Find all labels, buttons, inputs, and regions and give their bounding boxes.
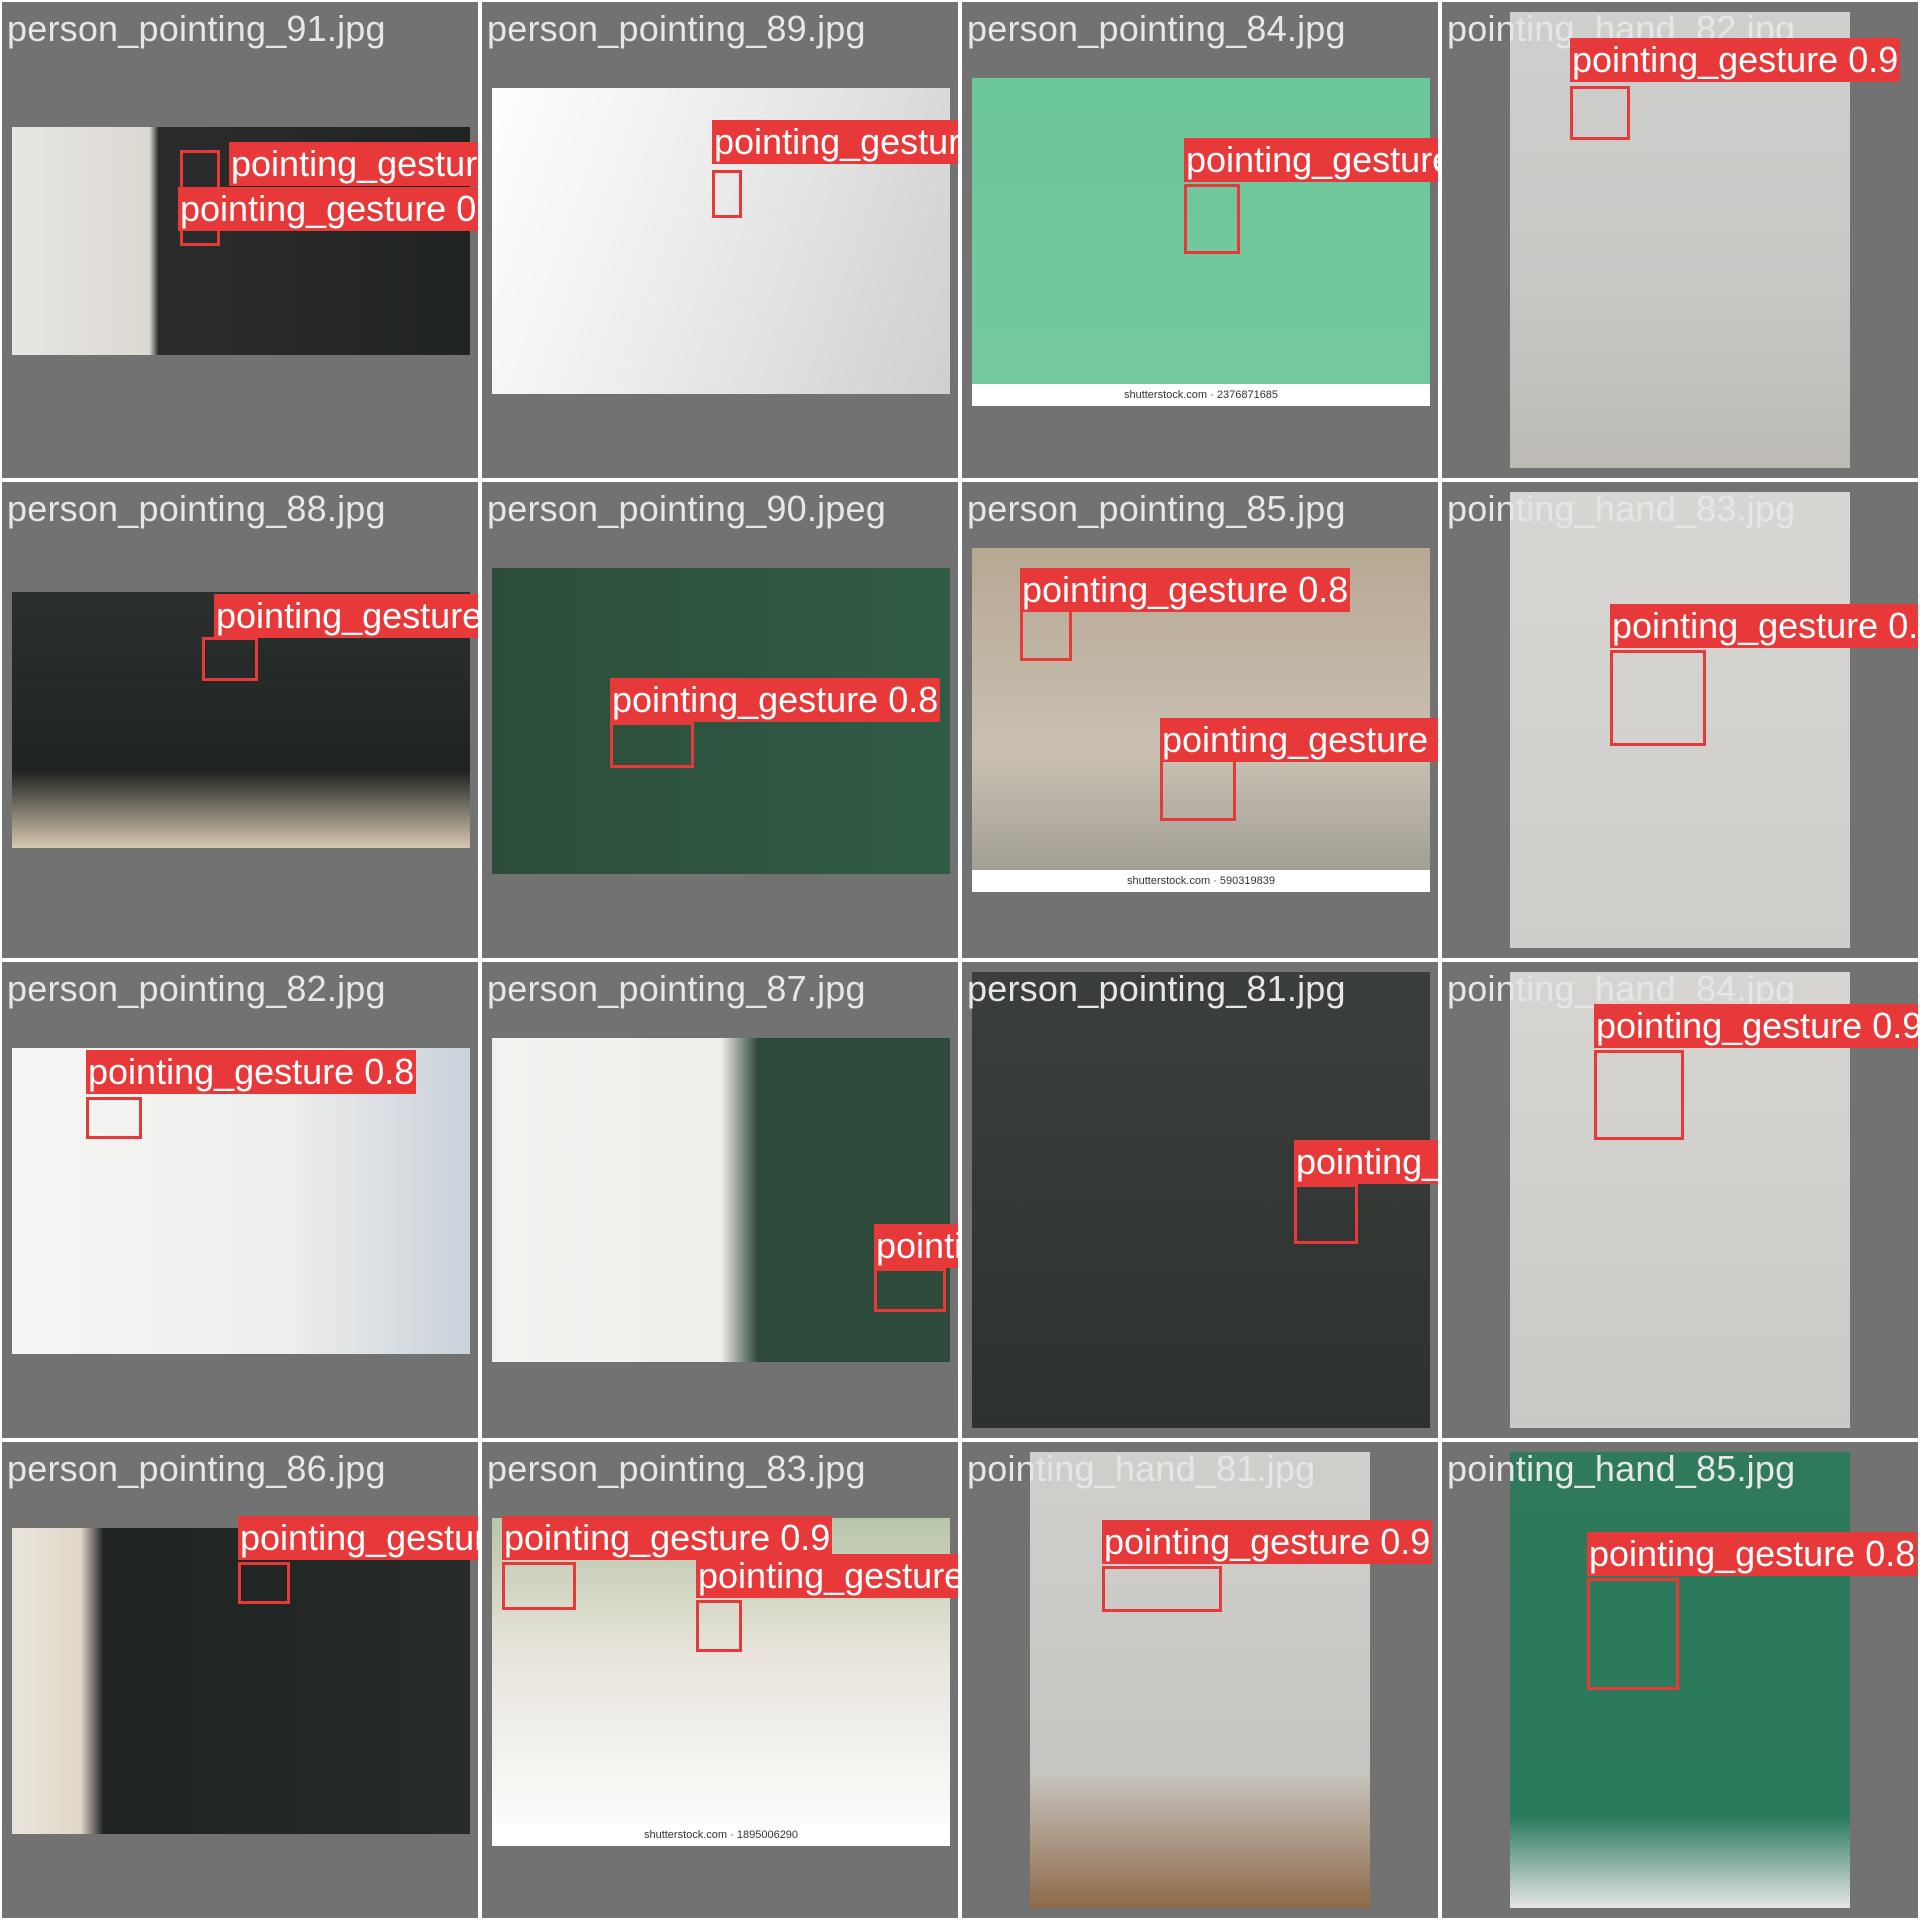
photo-watermark: shutterstock.com · 590319839	[972, 870, 1430, 892]
detection-box	[712, 170, 742, 218]
detection-box	[238, 1562, 290, 1604]
detection-box	[696, 1600, 742, 1652]
result-tile[interactable]: person_pointing_81.jpg pointing_gesture 0…	[962, 962, 1438, 1438]
tile-filename: person_pointing_87.jpg	[487, 968, 866, 1009]
detection-box	[1020, 607, 1072, 661]
result-tile[interactable]: pointing_hand_82.jpg pointing_gesture 0.9	[1442, 2, 1918, 478]
result-tile[interactable]: person_pointing_91.jpg pointing_gesture 0…	[2, 2, 478, 478]
result-tile[interactable]: pointing_hand_85.jpg pointing_gesture 0.8	[1442, 1442, 1918, 1918]
detection-label: pointing_gesture 0.6	[1294, 1140, 1438, 1184]
result-tile[interactable]: pointing_hand_81.jpg pointing_gesture 0.9	[962, 1442, 1438, 1918]
detection-label: pointing_gesture 0.9	[874, 1224, 958, 1268]
result-tile[interactable]: person_pointing_90.jpeg pointing_gesture …	[482, 482, 958, 958]
detection-label: pointing_gesture 0.5	[229, 142, 478, 186]
detection-box	[1594, 1050, 1684, 1140]
tile-filename: pointing_hand_81.jpg	[967, 1448, 1316, 1489]
tile-filename: person_pointing_90.jpeg	[487, 488, 886, 529]
result-tile[interactable]: pointing_hand_83.jpg pointing_gesture 0.9	[1442, 482, 1918, 958]
photo-watermark: shutterstock.com · 1895006290	[492, 1824, 950, 1846]
result-tile[interactable]: shutterstock.com · 590319839 person_point…	[962, 482, 1438, 958]
tile-filename: person_pointing_82.jpg	[7, 968, 386, 1009]
detection-label: pointing_gesture 0.8	[1020, 568, 1351, 612]
result-tile[interactable]: shutterstock.com · 1895006290 person_poin…	[482, 1442, 958, 1918]
detection-box	[1294, 1184, 1358, 1244]
result-tile[interactable]: pointing_hand_84.jpg pointing_gesture 0.9	[1442, 962, 1918, 1438]
result-tile[interactable]: person_pointing_89.jpg pointing_gesture 0…	[482, 2, 958, 478]
detection-label: pointing_gesture 0.9	[1610, 604, 1918, 648]
detection-box	[202, 637, 258, 681]
detection-label: pointing_gesture 0.9	[1594, 1004, 1918, 1048]
detection-label: pointing_gesture 0.4	[1160, 718, 1438, 762]
photo-thumbnail	[972, 972, 1430, 1428]
result-tile[interactable]: person_pointing_82.jpg pointing_gesture 0…	[2, 962, 478, 1438]
detection-label: pointing_gesture 0.8	[1587, 1532, 1918, 1576]
detection-box	[1184, 184, 1240, 254]
detection-box	[874, 1268, 946, 1312]
detection-box	[1102, 1566, 1222, 1612]
detection-box	[1610, 650, 1706, 746]
detection-label: pointing_gesture 0.8	[86, 1050, 417, 1094]
tile-filename: person_pointing_88.jpg	[7, 488, 386, 529]
detection-box	[86, 1097, 142, 1139]
detection-box	[610, 722, 694, 768]
tile-filename: person_pointing_89.jpg	[487, 8, 866, 49]
tile-filename: person_pointing_91.jpg	[7, 8, 386, 49]
result-tile[interactable]: person_pointing_88.jpg pointing_gesture 0…	[2, 482, 478, 958]
result-tile[interactable]: shutterstock.com · 2376871685 person_poin…	[962, 2, 1438, 478]
detection-label: pointing_gesture 0.8	[610, 678, 941, 722]
tile-filename: pointing_hand_83.jpg	[1447, 488, 1796, 529]
detection-box	[1160, 757, 1236, 821]
detection-box	[1587, 1578, 1679, 1690]
detection-results-grid: person_pointing_91.jpg pointing_gesture 0…	[0, 0, 1920, 1920]
detection-label: pointing_gesture 0.9	[712, 120, 958, 164]
tile-filename: person_pointing_81.jpg	[967, 968, 1346, 1009]
result-tile[interactable]: person_pointing_87.jpg pointing_gesture 0…	[482, 962, 958, 1438]
result-tile[interactable]: person_pointing_86.jpg pointing_gesture 0…	[2, 1442, 478, 1918]
detection-label: pointing_gesture 0.9	[1102, 1520, 1433, 1564]
photo-watermark: shutterstock.com · 2376871685	[972, 384, 1430, 406]
detection-label: pointing_gesture 0.5	[214, 594, 478, 638]
detection-label: pointing_gesture 0.4	[1184, 138, 1438, 182]
detection-label: pointing_gesture 0.3	[178, 187, 478, 231]
detection-box	[1570, 86, 1630, 140]
tile-filename: person_pointing_85.jpg	[967, 488, 1346, 529]
tile-filename: person_pointing_86.jpg	[7, 1448, 386, 1489]
detection-label: pointing_gesture 0.9	[1570, 38, 1901, 82]
detection-label: pointing_gesture 0.3	[696, 1554, 958, 1598]
photo-thumbnail	[1510, 1452, 1850, 1908]
detection-box	[502, 1562, 576, 1610]
tile-filename: pointing_hand_85.jpg	[1447, 1448, 1796, 1489]
tile-filename: person_pointing_84.jpg	[967, 8, 1346, 49]
tile-filename: person_pointing_83.jpg	[487, 1448, 866, 1489]
detection-label: pointing_gesture 0.9	[238, 1516, 478, 1560]
photo-thumbnail	[492, 1038, 950, 1362]
